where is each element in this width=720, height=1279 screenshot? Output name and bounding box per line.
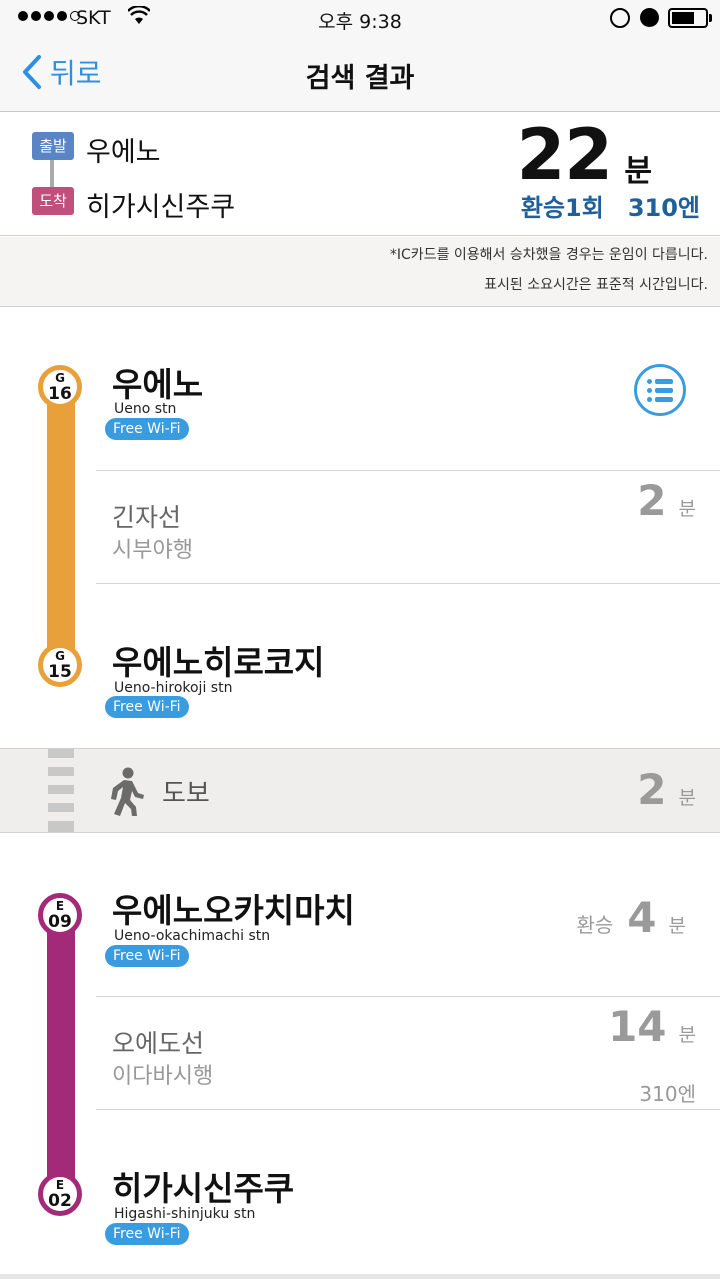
- station-code-badge: E 09: [38, 893, 82, 937]
- station-name-en: Ueno-hirokoji stn: [114, 680, 233, 696]
- wifi-badge: Free Wi-Fi: [105, 696, 189, 718]
- total-fare: 310엔: [627, 194, 700, 222]
- ride-minutes: 2 분: [637, 476, 696, 525]
- divider: [96, 1109, 720, 1110]
- summary-meta: 환승1회 310엔: [521, 188, 700, 223]
- line-direction: 이다바시행: [112, 1064, 214, 1089]
- station-name-en: Higashi-shinjuku stn: [114, 1206, 256, 1222]
- battery-icon: [668, 8, 708, 28]
- total-minutes: 22: [516, 114, 613, 196]
- station-code-badge: G 16: [38, 365, 82, 409]
- station-name[interactable]: 우에노오카치마치: [112, 884, 355, 932]
- line-name: 오에도선: [112, 1029, 205, 1058]
- fare-notes: *IC카드를 이용해서 승차했을 경우는 운임이 다릅니다. 표시된 소요시간은…: [0, 237, 720, 307]
- arrival-station: 히가시신주쿠: [86, 192, 236, 223]
- ride-minutes: 14 분: [608, 1002, 696, 1051]
- page-title: 검색 결과: [305, 63, 415, 94]
- route-connector: [50, 160, 54, 187]
- wifi-badge: Free Wi-Fi: [105, 945, 189, 967]
- station-code-badge: E 02: [38, 1172, 82, 1216]
- walk-segment: 도보 2 분: [0, 748, 720, 833]
- station-name-en: Ueno stn: [114, 401, 177, 417]
- battery-tip: [709, 14, 712, 22]
- spacer: [0, 307, 720, 347]
- wifi-badge: Free Wi-Fi: [105, 418, 189, 440]
- divider: [96, 470, 720, 471]
- list-icon[interactable]: [634, 364, 686, 416]
- rotation-lock-icon: [610, 8, 630, 28]
- walk-dash: [48, 803, 74, 812]
- station-name-en: Ueno-okachimachi stn: [114, 928, 271, 944]
- walk-label: 도보: [162, 779, 210, 809]
- arrival-tag: 도착: [32, 187, 74, 215]
- route-summary: 출발 도착 우에노 히가시신주쿠 22 분 환승1회 310엔: [0, 112, 720, 236]
- departure-station: 우에노: [86, 137, 161, 168]
- walking-person-icon: [111, 767, 144, 816]
- station-name[interactable]: 히가시신주쿠: [112, 1162, 294, 1210]
- divider: [96, 583, 720, 584]
- bottom-divider: [0, 1274, 720, 1279]
- walk-minutes: 2 분: [637, 765, 696, 814]
- top-bar: SKT 오후 9:38 뒤로 검색 결과: [0, 0, 720, 112]
- total-minutes-unit: 분: [624, 154, 652, 189]
- divider: [96, 996, 720, 997]
- note-standard-time: 표시된 소요시간은 표준적 시간입니다.: [484, 277, 708, 293]
- ginza-line-bar: [47, 390, 75, 665]
- line-direction: 시부야행: [112, 538, 193, 563]
- alarm-icon: [640, 8, 659, 27]
- station-name[interactable]: 우에노히로코지: [112, 636, 325, 684]
- leg-fare: 310엔: [639, 1082, 696, 1106]
- transfer-minutes: 환승 4 분: [576, 893, 686, 942]
- walk-dash: [48, 785, 74, 794]
- note-ic-card: *IC카드를 이용해서 승차했을 경우는 운임이 다릅니다.: [389, 247, 708, 263]
- walk-dash: [48, 767, 74, 776]
- oedo-line-bar: [47, 915, 75, 1197]
- status-bar: SKT 오후 9:38: [0, 0, 720, 38]
- transfer-count: 환승1회: [520, 194, 604, 222]
- wifi-badge: Free Wi-Fi: [105, 1223, 189, 1245]
- departure-tag: 출발: [32, 132, 74, 160]
- line-name: 긴자선: [112, 503, 182, 532]
- station-code-badge: G 15: [38, 643, 82, 687]
- walk-dash: [48, 749, 74, 758]
- station-name[interactable]: 우에노: [112, 358, 203, 406]
- walk-dash: [48, 821, 74, 832]
